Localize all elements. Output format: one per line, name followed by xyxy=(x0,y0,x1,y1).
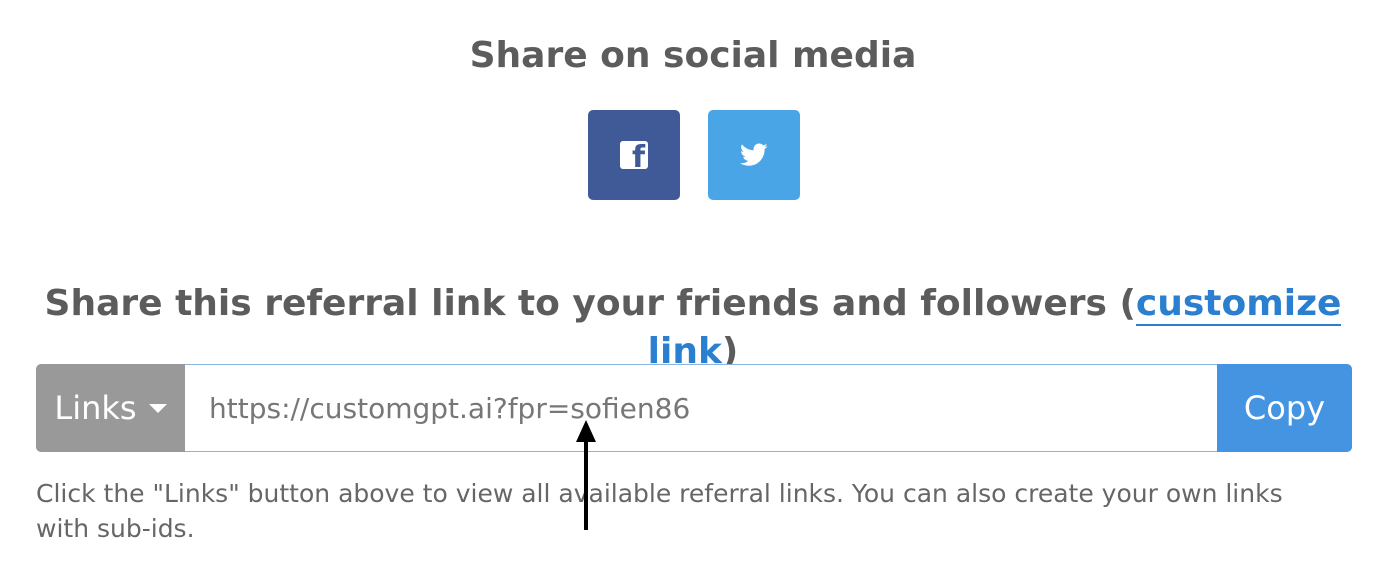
referral-heading-text: Share this referral link to your friends… xyxy=(44,283,1136,324)
copy-button[interactable]: Copy xyxy=(1217,364,1352,452)
referral-heading: Share this referral link to your friends… xyxy=(0,280,1386,376)
links-button-label: Links xyxy=(54,389,137,427)
social-buttons: f xyxy=(588,110,800,200)
facebook-share-button[interactable]: f xyxy=(588,110,680,200)
facebook-glyph: f xyxy=(631,141,645,170)
links-dropdown-button[interactable]: Links xyxy=(36,364,185,452)
annotation-arrow-icon xyxy=(576,420,596,530)
caret-down-icon xyxy=(148,403,167,413)
facebook-icon: f xyxy=(620,141,648,169)
social-share-heading: Share on social media xyxy=(469,35,917,76)
twitter-share-button[interactable] xyxy=(708,110,800,200)
referral-url-input[interactable] xyxy=(185,364,1217,452)
referral-link-bar: Links Copy xyxy=(36,364,1352,452)
twitter-bird-icon xyxy=(740,143,768,166)
help-text: Click the "Links" button above to view a… xyxy=(36,479,1283,543)
share-panel: Share on social media f Share this refer… xyxy=(0,0,1386,562)
